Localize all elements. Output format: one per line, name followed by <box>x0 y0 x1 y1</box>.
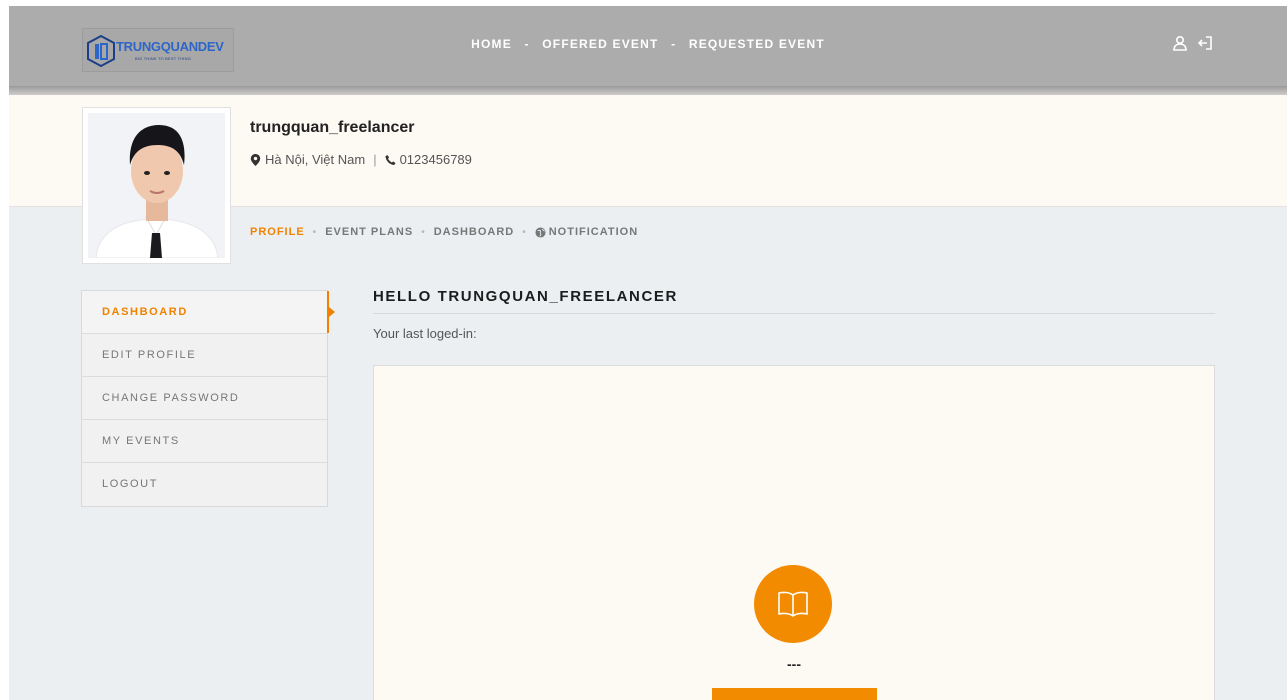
page-title: HELLO TRUNGQUAN_FREELANCER <box>373 288 1215 314</box>
nav-separator: - <box>671 37 677 51</box>
nav-requested-event[interactable]: REQUESTED EVENT <box>689 37 825 51</box>
panel-action-button[interactable] <box>712 688 877 700</box>
user-icon[interactable] <box>1172 35 1188 51</box>
top-navbar: TRUNGQUANDEV BIG THINK TO BEST THING HOM… <box>9 6 1287 86</box>
book-badge <box>754 565 832 643</box>
profile-meta: Hà Nội, Việt Nam | 0123456789 <box>250 152 472 167</box>
logo-tagline: BIG THINK TO BEST THING <box>135 56 192 61</box>
nav-separator: - <box>524 37 530 51</box>
avatar <box>82 107 231 264</box>
sidebar-item-dashboard[interactable]: DASHBOARD <box>82 291 335 334</box>
tab-profile[interactable]: PROFILE <box>250 226 305 238</box>
nav-offered-event[interactable]: OFFERED EVENT <box>542 37 658 51</box>
logout-icon[interactable] <box>1197 35 1213 51</box>
page: TRUNGQUANDEV BIG THINK TO BEST THING HOM… <box>9 6 1287 700</box>
map-marker-icon <box>250 153 261 166</box>
nav-home[interactable]: HOME <box>471 37 512 51</box>
profile-photo-icon <box>88 113 225 258</box>
book-icon <box>778 591 808 617</box>
last-login-label: Your last loged-in: <box>373 326 477 341</box>
profile-username: trungquan_freelancer <box>250 119 415 136</box>
profile-location: Hà Nội, Việt Nam <box>265 152 366 167</box>
tab-dashboard[interactable]: DASHBOARD <box>434 226 515 238</box>
globe-icon <box>535 226 546 238</box>
tab-separator: • <box>421 226 426 238</box>
stat-value: --- <box>787 656 801 672</box>
tab-separator: • <box>522 226 527 238</box>
dashboard-panel: --- <box>373 365 1215 700</box>
phone-icon <box>385 154 396 165</box>
profile-tabs: PROFILE • EVENT PLANS • DASHBOARD • NOTI… <box>250 226 638 238</box>
profile-phone: 0123456789 <box>399 152 472 167</box>
avatar-image <box>88 113 225 258</box>
sidebar-item-change-password[interactable]: CHANGE PASSWORD <box>82 377 327 420</box>
main-nav: HOME - OFFERED EVENT - REQUESTED EVENT <box>9 37 1287 51</box>
meta-divider: | <box>373 152 377 167</box>
header-actions <box>1172 35 1213 51</box>
tab-separator: • <box>312 226 318 238</box>
navbar-shadow <box>9 86 1287 95</box>
tab-event-plans[interactable]: EVENT PLANS <box>325 226 413 238</box>
sidebar-item-logout[interactable]: LOGOUT <box>82 463 327 506</box>
tab-notification[interactable]: NOTIFICATION <box>549 226 638 238</box>
sidebar-item-edit-profile[interactable]: EDIT PROFILE <box>82 334 327 377</box>
sidebar-menu: DASHBOARD EDIT PROFILE CHANGE PASSWORD M… <box>81 290 335 507</box>
sidebar-item-my-events[interactable]: MY EVENTS <box>82 420 327 463</box>
